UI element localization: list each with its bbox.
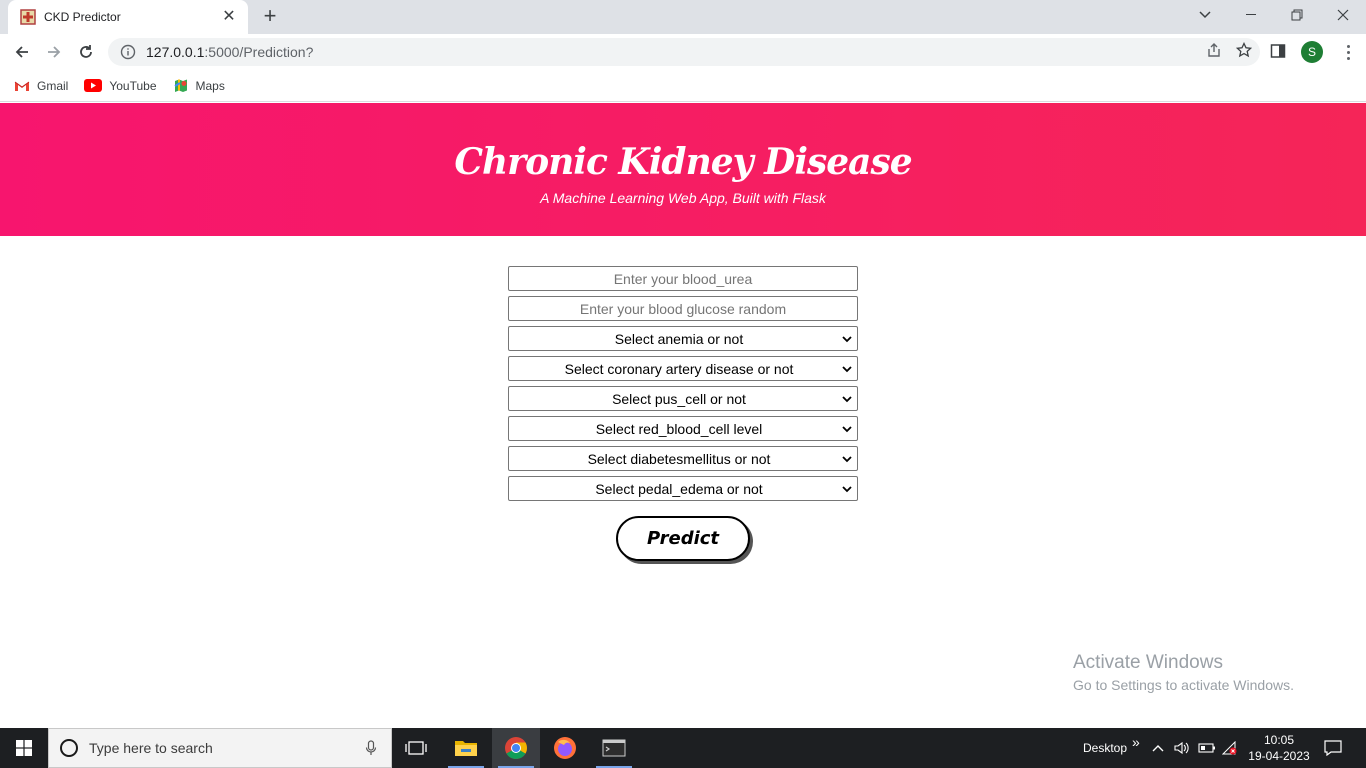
file-explorer-button[interactable]	[442, 728, 490, 768]
select-label: Select anemia or not	[614, 330, 744, 347]
arrow-right-icon	[48, 46, 61, 58]
url-path: :5000/Prediction?	[204, 44, 314, 60]
bookmark-maps[interactable]: Maps	[173, 78, 225, 94]
taskbar-search-placeholder: Type here to search	[89, 740, 213, 756]
chevron-down-icon	[842, 396, 852, 403]
address-bar[interactable]: 127.0.0.1:5000/Prediction?	[108, 38, 1260, 66]
chevron-down-icon	[842, 336, 852, 343]
page-subtitle: A Machine Learning Web App, Built with F…	[540, 190, 826, 206]
url-host: 127.0.0.1	[146, 44, 205, 60]
bookmark-label: Gmail	[37, 78, 69, 93]
bookmark-star-icon[interactable]	[1235, 41, 1253, 63]
desktop-toolbar[interactable]: Desktop	[1083, 728, 1127, 768]
arrow-left-icon	[15, 46, 28, 58]
task-view-button[interactable]	[392, 728, 440, 768]
watermark-line2: Go to Settings to activate Windows.	[1073, 677, 1294, 693]
site-info-icon[interactable]	[120, 44, 136, 60]
network-disconnected-icon[interactable]	[1222, 728, 1238, 768]
terminal-taskbar-button[interactable]	[590, 728, 638, 768]
tab-title: CKD Predictor	[44, 10, 121, 24]
gmail-icon	[14, 81, 30, 91]
page-title: Chronic Kidney Disease	[454, 141, 912, 183]
pus-cell-select[interactable]: Select pus_cell or not	[508, 386, 858, 411]
diabetes-mellitus-select[interactable]: Select diabetesmellitus or not	[508, 446, 858, 471]
taskbar-clock[interactable]: 10:05 19-04-2023	[1248, 732, 1310, 764]
select-label: Select diabetesmellitus or not	[587, 450, 771, 467]
folder-icon	[455, 741, 477, 756]
chrome-icon	[505, 737, 527, 759]
select-label: Select coronary artery disease or not	[564, 360, 794, 377]
chevron-down-icon	[842, 426, 852, 433]
reload-icon	[80, 45, 92, 58]
notifications-icon[interactable]	[1324, 728, 1342, 768]
chevron-down-icon	[842, 486, 852, 493]
battery-icon[interactable]	[1198, 728, 1216, 768]
browser-tab[interactable]: CKD Predictor ✕	[8, 0, 248, 34]
side-panel-icon[interactable]	[1270, 43, 1286, 64]
tab-search-icon[interactable]	[1182, 0, 1228, 30]
bookmark-label: YouTube	[109, 78, 157, 93]
prediction-form: Select anemia or not Select coronary art…	[508, 266, 858, 506]
activate-windows-watermark: Activate Windows Go to Settings to activ…	[1073, 652, 1294, 693]
firefox-taskbar-button[interactable]	[541, 728, 589, 768]
bookmark-label: Maps	[195, 78, 225, 93]
cortana-circle-icon	[60, 739, 78, 757]
show-hidden-icons-icon[interactable]	[1152, 728, 1164, 768]
close-window-icon[interactable]	[1320, 0, 1366, 30]
new-tab-button[interactable]: +	[258, 5, 282, 29]
browser-menu-icon[interactable]	[1340, 42, 1356, 62]
back-button[interactable]	[8, 38, 36, 66]
watermark-line1: Activate Windows	[1073, 652, 1223, 673]
maps-icon	[173, 79, 187, 92]
firefox-icon	[554, 737, 576, 759]
toolbar-overflow-icon[interactable]: »	[1132, 722, 1140, 762]
bookmark-youtube[interactable]: YouTube	[84, 78, 157, 93]
tab-close-icon[interactable]: ✕	[220, 8, 238, 26]
clock-date: 19-04-2023	[1248, 749, 1310, 763]
blood-urea-input[interactable]	[508, 266, 858, 291]
url-text: 127.0.0.1:5000/Prediction?	[146, 44, 313, 60]
predict-button[interactable]: Predict	[616, 516, 750, 561]
windows-taskbar: Type here to search Desktop » 10:05 19-0…	[0, 728, 1366, 768]
reload-button[interactable]	[72, 38, 100, 66]
clock-time: 10:05	[1263, 733, 1295, 747]
start-button[interactable]	[0, 728, 48, 768]
minimize-icon[interactable]	[1228, 0, 1274, 30]
task-view-icon	[405, 741, 427, 755]
select-label: Select pus_cell or not	[612, 390, 746, 407]
browser-toolbar: 127.0.0.1:5000/Prediction?	[0, 34, 1366, 70]
share-icon[interactable]	[1206, 42, 1222, 63]
select-label: Select pedal_edema or not	[595, 480, 763, 497]
forward-button[interactable]	[40, 38, 68, 66]
pedal-edema-select[interactable]: Select pedal_edema or not	[508, 476, 858, 501]
microphone-icon	[365, 740, 377, 755]
bookmark-gmail[interactable]: Gmail	[14, 79, 68, 93]
chrome-taskbar-button[interactable]	[492, 728, 540, 768]
chevron-down-icon	[842, 366, 852, 373]
terminal-icon	[602, 739, 626, 757]
blood-glucose-random-input[interactable]	[508, 296, 858, 321]
bookmarks-bar: Gmail YouTube Maps	[0, 70, 1366, 102]
ckd-favicon-icon	[20, 9, 36, 25]
anemia-select[interactable]: Select anemia or not	[508, 326, 858, 351]
restore-icon[interactable]	[1274, 0, 1320, 30]
browser-tabstrip: CKD Predictor ✕ +	[0, 0, 1366, 34]
volume-icon[interactable]	[1174, 728, 1190, 768]
hero-banner: Chronic Kidney Disease A Machine Learnin…	[0, 103, 1366, 236]
taskbar-search-box[interactable]: Type here to search	[48, 728, 392, 768]
profile-avatar[interactable]: S	[1301, 41, 1323, 63]
youtube-icon	[84, 79, 103, 92]
select-label: Select red_blood_cell level	[595, 420, 763, 437]
red-blood-cell-select[interactable]: Select red_blood_cell level	[508, 416, 858, 441]
desktop-label: Desktop	[1083, 741, 1128, 755]
chevron-down-icon	[842, 456, 852, 463]
coronary-artery-disease-select[interactable]: Select coronary artery disease or not	[508, 356, 858, 381]
windows-logo-icon	[16, 740, 32, 756]
